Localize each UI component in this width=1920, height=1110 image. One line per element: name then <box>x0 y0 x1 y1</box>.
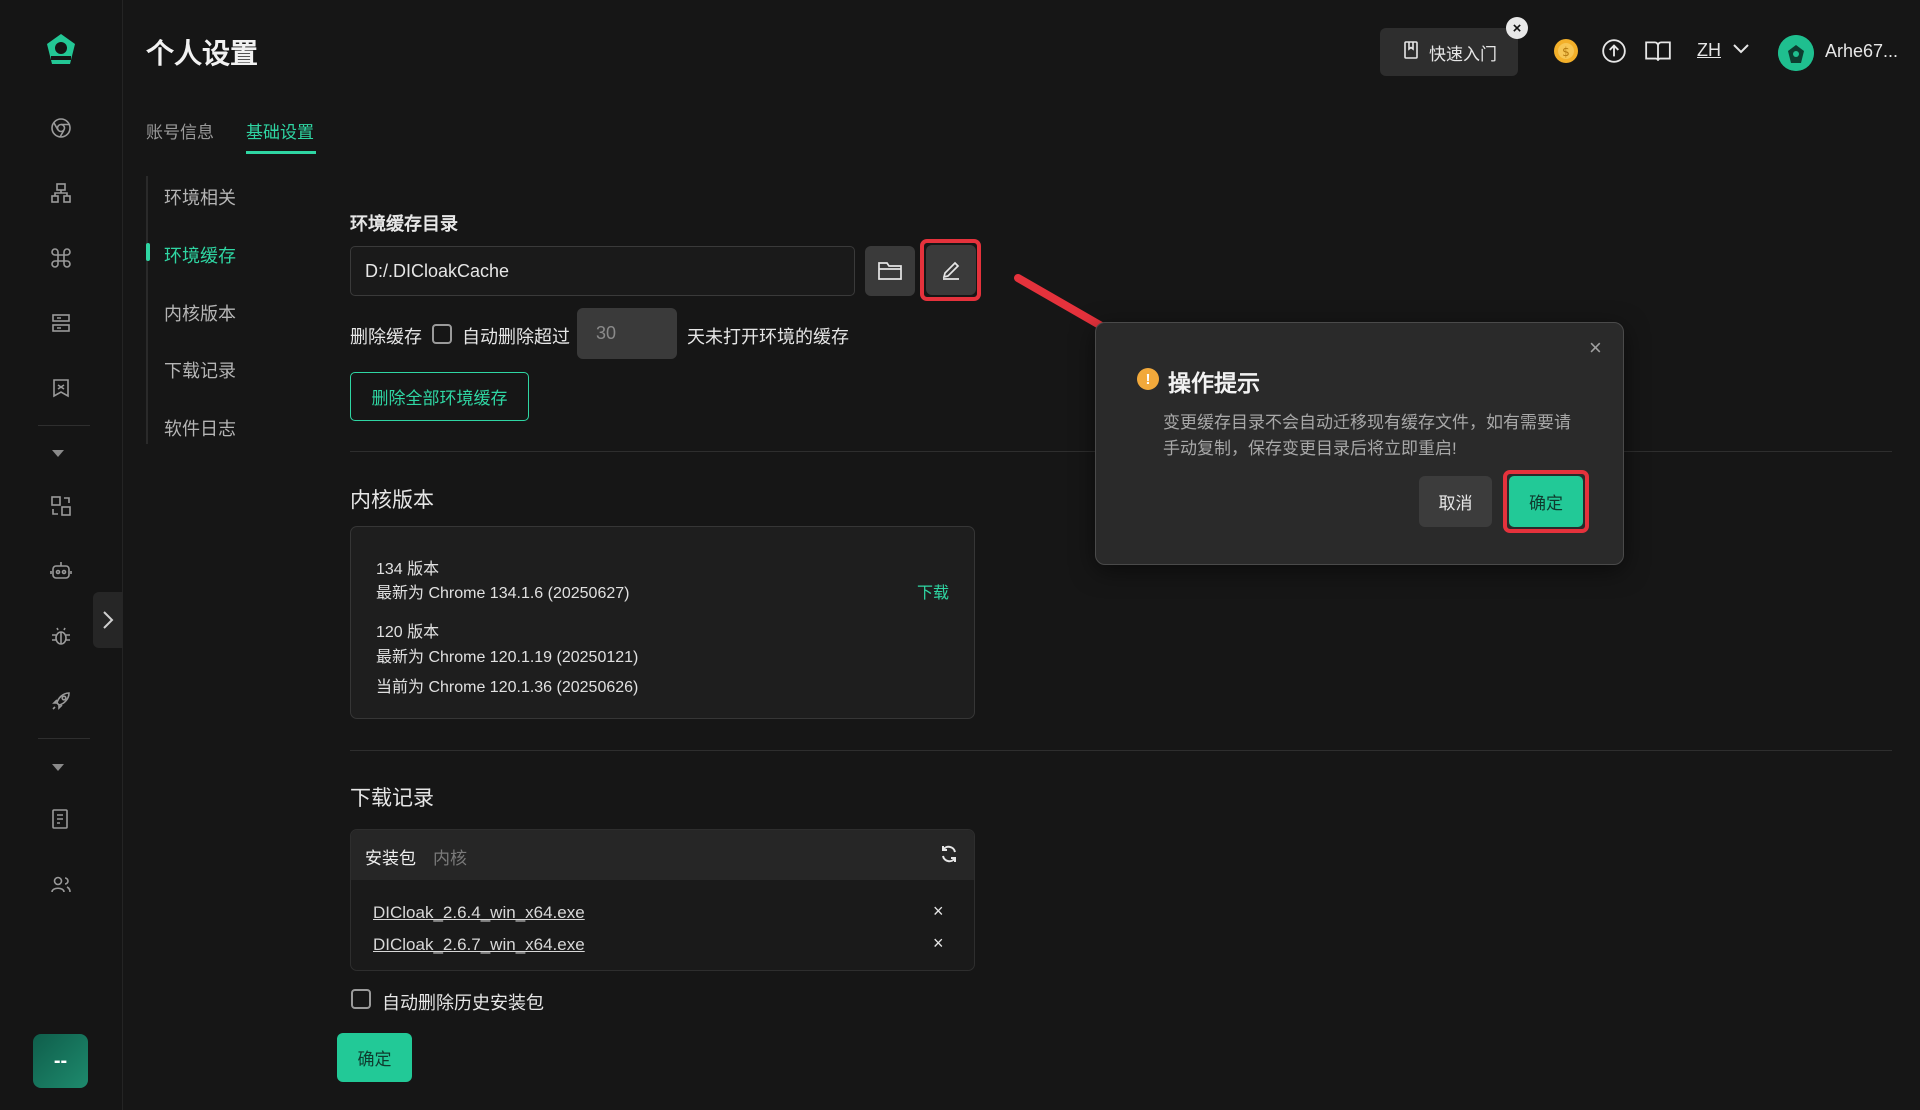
dialog-message: 变更缓存目录不会自动迁移现有缓存文件，如有需要请手动复制，保存变更目录后将立即重… <box>1163 413 1571 458</box>
refresh-icon[interactable] <box>939 844 959 869</box>
tab-active-indicator <box>246 151 316 154</box>
kernel-section-title: 内核版本 <box>350 489 434 512</box>
dialog-title: 操作提示 <box>1168 370 1260 396</box>
dialog-cancel-label: 取消 <box>1438 494 1473 513</box>
logo-icon[interactable] <box>42 32 80 68</box>
tasks-icon[interactable] <box>45 803 77 835</box>
subnav-item-logs[interactable]: 软件日志 <box>164 415 236 441</box>
server-icon[interactable] <box>45 307 77 339</box>
kernel-134-download-link[interactable]: 下载 <box>917 579 949 603</box>
command-icon[interactable] <box>45 242 77 274</box>
delete-all-cache-button[interactable]: 删除全部环境缓存 <box>350 372 529 421</box>
subnav-active-indicator <box>146 243 150 261</box>
auto-delete-installers-checkbox[interactable] <box>351 989 371 1009</box>
browse-folder-button[interactable] <box>865 246 915 296</box>
dialog-ok-label: 确定 <box>1529 494 1563 513</box>
tab-account-info[interactable]: 账号信息 <box>146 118 214 143</box>
sidebar: -- <box>0 0 123 1110</box>
edit-dir-button[interactable] <box>926 245 976 295</box>
remove-file-button[interactable]: × <box>933 901 944 922</box>
tab-basic-settings[interactable]: 基础设置 <box>246 118 314 143</box>
cache-dir-input[interactable]: D:/.DICloakCache <box>350 246 855 296</box>
dialog-ok-button[interactable]: 确定 <box>1509 476 1583 527</box>
downloads-section-title: 下载记录 <box>350 787 434 810</box>
sidebar-divider <box>38 738 90 739</box>
sync-icon[interactable] <box>45 490 77 522</box>
cache-dir-label: 环境缓存目录 <box>350 214 458 234</box>
kernel-134-latest: 最新为 Chrome 134.1.6 (20250627) <box>376 585 630 602</box>
subnav-item-cache[interactable]: 环境缓存 <box>164 242 236 268</box>
coin-icon[interactable]: $ <box>1551 36 1581 66</box>
collapse-sidebar-button[interactable] <box>93 592 123 648</box>
close-icon[interactable]: × <box>1506 17 1528 39</box>
confirm-button[interactable]: 确定 <box>337 1033 412 1082</box>
robot-icon[interactable] <box>45 555 77 587</box>
language-selector[interactable]: ZH <box>1697 40 1721 61</box>
edit-icon <box>942 261 960 280</box>
dialog-cancel-button[interactable]: 取消 <box>1419 476 1492 527</box>
kernel-120-label: 120 版本 <box>376 624 440 641</box>
user-tile[interactable]: -- <box>33 1034 88 1088</box>
days-value: 30 <box>596 323 617 343</box>
close-icon[interactable]: × <box>1589 335 1602 361</box>
script-icon[interactable] <box>45 372 77 404</box>
cache-dir-value: D:/.DICloakCache <box>365 260 510 281</box>
kernel-120-latest: 最新为 Chrome 120.1.19 (20250121) <box>376 649 639 666</box>
book-icon <box>1401 40 1421 65</box>
username[interactable]: Arhe67... <box>1825 41 1898 62</box>
subnav-item-environment[interactable]: 环境相关 <box>164 184 236 210</box>
delete-cache-label: 删除缓存 <box>350 327 422 347</box>
sitemap-icon[interactable] <box>45 177 77 209</box>
expand-icon[interactable] <box>52 450 64 457</box>
user-tile-label: -- <box>53 1049 68 1072</box>
chevron-down-icon[interactable] <box>1732 42 1750 60</box>
days-suffix-label: 天未打开环境的缓存 <box>687 327 849 347</box>
tab-kernels[interactable]: 内核 <box>433 844 467 869</box>
download-file-link[interactable]: DICloak_2.6.7_win_x64.exe <box>373 935 585 955</box>
download-file-link[interactable]: DICloak_2.6.4_win_x64.exe <box>373 903 585 923</box>
team-icon[interactable] <box>45 868 77 900</box>
subnav-item-kernel[interactable]: 内核版本 <box>164 300 236 326</box>
upload-icon[interactable] <box>1599 36 1629 66</box>
folder-icon <box>878 262 902 280</box>
browser-icon[interactable] <box>45 112 77 144</box>
kernel-134-label: 134 版本 <box>376 561 440 578</box>
remove-file-button[interactable]: × <box>933 933 944 954</box>
page-title: 个人设置 <box>146 38 259 69</box>
days-input[interactable]: 30 <box>577 308 677 359</box>
sidebar-divider <box>38 425 90 426</box>
quick-start-label: 快速入门 <box>1429 44 1497 64</box>
avatar[interactable] <box>1778 35 1814 71</box>
expand-icon[interactable] <box>52 764 64 771</box>
tab-installers[interactable]: 安装包 <box>365 844 416 869</box>
subnav-item-downloads[interactable]: 下载记录 <box>164 357 236 383</box>
delete-all-cache-label: 删除全部环境缓存 <box>371 389 508 408</box>
quick-start-button[interactable]: 快速入门 <box>1380 28 1518 76</box>
rocket-icon[interactable] <box>45 685 77 717</box>
auto-delete-installers-label: 自动删除历史安装包 <box>382 993 544 1013</box>
section-divider <box>350 750 1892 751</box>
subnav-track <box>146 176 148 444</box>
confirm-label: 确定 <box>357 1050 392 1069</box>
svg-text:$: $ <box>1562 45 1570 59</box>
docs-icon[interactable] <box>1643 36 1673 66</box>
auto-delete-checkbox[interactable] <box>432 324 452 344</box>
auto-delete-label: 自动删除超过 <box>462 327 570 347</box>
bug-icon[interactable] <box>45 620 77 652</box>
warning-icon: ! <box>1137 368 1159 390</box>
kernel-120-current: 当前为 Chrome 120.1.36 (20250626) <box>376 679 639 696</box>
